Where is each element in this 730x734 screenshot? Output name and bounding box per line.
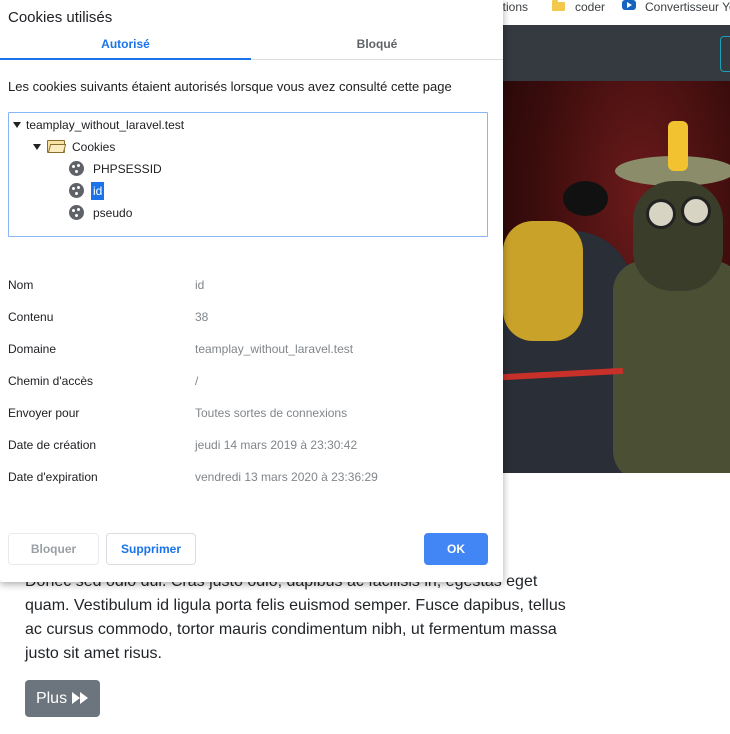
prop-value: Toutes sortes de connexions (195, 406, 348, 420)
hero-image (503, 81, 730, 473)
prop-row-contenu: Contenu 38 (8, 309, 498, 325)
prop-value: 38 (195, 310, 209, 324)
prop-label: Envoyer pour (8, 406, 80, 420)
prop-value: id (195, 278, 205, 292)
cookie-icon (69, 161, 84, 176)
plus-button[interactable]: Plus (25, 680, 100, 717)
cookie-icon (69, 183, 84, 198)
block-button[interactable]: Bloquer (8, 533, 99, 565)
prop-label: Date de création (8, 438, 97, 452)
tab-bloque[interactable]: Bloqué (251, 32, 503, 60)
tab-autorise[interactable]: Autorisé (0, 32, 251, 60)
prop-value: vendredi 13 mars 2020 à 23:36:29 (195, 470, 378, 484)
prop-row-nom: Nom id (8, 277, 498, 293)
dialog-description: Les cookies suivants étaient autorisés l… (8, 79, 452, 94)
prop-value: / (195, 374, 199, 388)
tree-cookie-phpsessid[interactable]: PHPSESSID (93, 160, 162, 178)
bookmark-item-coder[interactable]: coder (575, 0, 605, 14)
page-paragraph: Donec sed odio dui. Cras justo odio, dap… (25, 573, 566, 662)
site-navbar (503, 25, 730, 81)
bookmark-item-convertisseur[interactable]: Convertisseur Yo (645, 0, 730, 14)
folder-icon (47, 140, 67, 153)
tree-domain[interactable]: teamplay_without_laravel.test (26, 116, 184, 134)
expand-triangle-icon[interactable] (33, 144, 41, 150)
prop-row-chemin: Chemin d'accès / (8, 373, 498, 389)
prop-label: Chemin d'accès (8, 374, 93, 388)
ok-button[interactable]: OK (424, 533, 488, 565)
cookie-icon (69, 205, 84, 220)
tree-cookie-id-selected[interactable]: id (91, 182, 105, 200)
prop-value: jeudi 14 mars 2019 à 23:30:42 (195, 438, 358, 452)
navbar-toggle-button[interactable] (720, 36, 730, 72)
prop-label: Nom (8, 278, 34, 292)
prop-row-expiration: Date d'expiration vendredi 13 mars 2020 … (8, 469, 498, 485)
prop-value: teamplay_without_laravel.test (195, 342, 354, 356)
plus-button-label: Plus (35, 690, 68, 707)
dialog-title: Cookies utilisés (8, 9, 113, 26)
folder-icon (552, 0, 565, 11)
fast-forward-icon (71, 692, 89, 704)
delete-button[interactable]: Supprimer (106, 533, 196, 565)
cookies-dialog: Cookies utilisés Autorisé Bloqué Les coo… (0, 0, 503, 582)
cookie-tree[interactable]: teamplay_without_laravel.test Cookies PH… (8, 112, 488, 237)
tree-folder-cookies[interactable]: Cookies (72, 138, 115, 156)
prop-row-domaine: Domaine teamplay_without_laravel.test (8, 341, 498, 357)
tree-cookie-pseudo[interactable]: pseudo (93, 204, 132, 222)
expand-triangle-icon[interactable] (13, 122, 21, 128)
prop-label: Domaine (8, 342, 57, 356)
prop-row-creation: Date de création jeudi 14 mars 2019 à 23… (8, 437, 498, 453)
prop-row-envoyer: Envoyer pour Toutes sortes de connexions (8, 405, 498, 421)
dialog-tabs: Autorisé Bloqué (0, 32, 503, 60)
youtube-icon (622, 0, 636, 10)
prop-label: Contenu (8, 310, 54, 324)
prop-label: Date d'expiration (8, 470, 98, 484)
